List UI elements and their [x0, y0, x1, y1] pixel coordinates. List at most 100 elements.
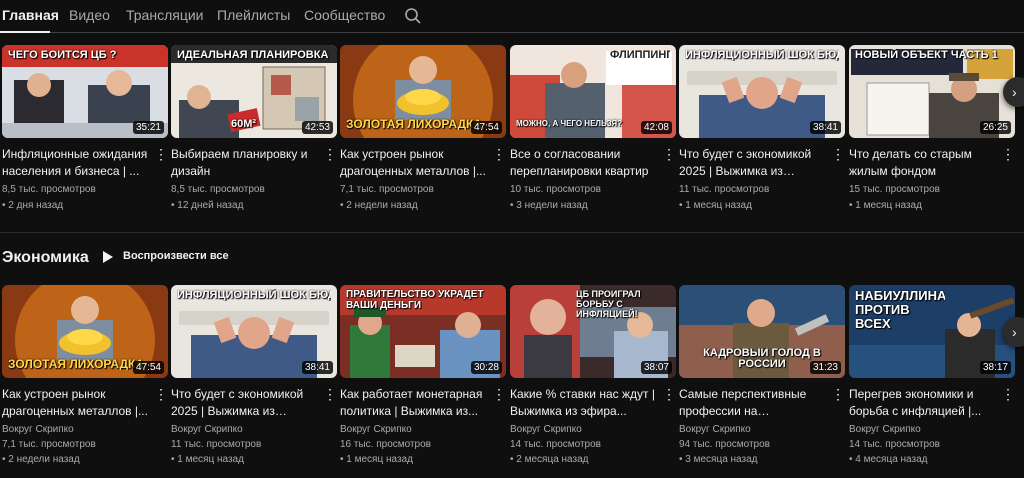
more-vert-icon[interactable]: ⋮ [323, 385, 337, 403]
duration-badge: 42:08 [640, 121, 672, 134]
thumbnail-caption: ПРАВИТЕЛЬСТВО УКРАДЕТ ВАШИ ДЕНЬГИ [346, 289, 484, 311]
video-title[interactable]: Перегрев экономики и борьба с инфляцией … [849, 386, 997, 420]
video-thumbnail[interactable]: ЗОЛОТАЯ ЛИХОРАДКА 47:54 [340, 45, 506, 138]
video-title[interactable]: Как работает монетарная политика | Выжим… [340, 386, 488, 420]
duration-badge: 38:07 [640, 361, 672, 374]
section-divider [0, 232, 1024, 233]
more-vert-icon[interactable]: ⋮ [492, 145, 506, 163]
tab-home[interactable]: Главная [2, 7, 59, 23]
view-count: 8,5 тыс. просмотров [2, 184, 96, 195]
video-thumbnail[interactable]: КАДРОВЫЙ ГОЛОД В РОССИИ 31:23 [679, 285, 845, 378]
upload-age: • 3 недели назад [510, 200, 588, 211]
more-vert-icon[interactable]: ⋮ [831, 145, 845, 163]
upload-age: • 2 дня назад [2, 200, 64, 211]
channel-tabs: Главная Видео Трансляции Плейлисты Сообщ… [0, 0, 1024, 33]
thumbnail-caption: НОВЫЙ ОБЪЕКТ ЧАСТЬ 1 [855, 49, 998, 61]
duration-badge: 26:25 [979, 121, 1011, 134]
channel-name[interactable]: Вокруг Скрипко [2, 424, 168, 435]
duration-badge: 47:54 [132, 361, 164, 374]
thumbnail-caption: ЧЕГО БОИТСЯ ЦБ ? [8, 49, 117, 61]
more-vert-icon[interactable]: ⋮ [492, 385, 506, 403]
video-title[interactable]: Как устроен рынок драгоценных металлов |… [340, 146, 488, 180]
videos-row: ЧЕГО БОИТСЯ ЦБ ? 35:21 Инфляционные ожид… [0, 45, 1024, 217]
video-title[interactable]: Самые перспективные профессии на ближайш… [679, 386, 827, 420]
play-icon [103, 251, 113, 263]
tab-community[interactable]: Сообщество [304, 7, 385, 23]
more-vert-icon[interactable]: ⋮ [831, 385, 845, 403]
video-thumbnail[interactable]: НАБИУЛЛИНА ПРОТИВ ВСЕХ 38:17 [849, 285, 1015, 378]
view-count: 10 тыс. просмотров [510, 184, 601, 195]
duration-badge: 38:41 [301, 361, 333, 374]
upload-age: • 2 недели назад [2, 454, 80, 465]
channel-name[interactable]: Вокруг Скрипко [171, 424, 337, 435]
video-thumbnail[interactable]: ИНФЛЯЦИОННЫЙ ШОК БЮДЖЕТА 38:41 [679, 45, 845, 138]
more-vert-icon[interactable]: ⋮ [662, 385, 676, 403]
more-vert-icon[interactable]: ⋮ [1001, 385, 1015, 403]
upload-age: • 4 месяца назад [849, 454, 928, 465]
view-count: 8,5 тыс. просмотров [171, 184, 265, 195]
play-all-label: Воспроизвести все [123, 250, 229, 262]
tab-playlists[interactable]: Плейлисты [217, 7, 290, 23]
duration-badge: 47:54 [470, 121, 502, 134]
duration-badge: 35:21 [132, 121, 164, 134]
video-thumbnail[interactable]: ИДЕАЛЬНАЯ ПЛАНИРОВКА 60м² 42:53 [171, 45, 337, 138]
upload-age: • 3 месяца назад [679, 454, 758, 465]
upload-age: • 2 месяца назад [510, 454, 589, 465]
more-vert-icon[interactable]: ⋮ [154, 145, 168, 163]
video-title[interactable]: Все о согласовании перепланировки кварти… [510, 146, 658, 180]
tab-videos[interactable]: Видео [69, 7, 110, 23]
thumbnail-caption: ИНФЛЯЦИОННЫЙ ШОК БЮДЖЕТА [685, 49, 839, 61]
upload-age: • 12 дней назад [171, 200, 244, 211]
video-title[interactable]: Что будет с экономикой 2025 | Выжимка из… [171, 386, 319, 420]
view-count: 11 тыс. просмотров [171, 439, 262, 450]
channel-name[interactable]: Вокруг Скрипко [849, 424, 1015, 435]
thumbnail-caption: ИДЕАЛЬНАЯ ПЛАНИРОВКА [177, 49, 329, 61]
view-count: 7,1 тыс. просмотров [2, 439, 96, 450]
thumbnail-caption: ИНФЛЯЦИОННЫЙ ШОК БЮДЖЕТА [177, 289, 331, 301]
section-header: Экономика Воспроизвести все [0, 245, 400, 269]
section-title[interactable]: Экономика [2, 249, 89, 267]
video-title[interactable]: Что делать со старым жилым фондом [849, 146, 997, 180]
video-thumbnail[interactable]: ИНФЛЯЦИОННЫЙ ШОК БЮДЖЕТА 38:41 [171, 285, 337, 378]
video-thumbnail[interactable]: ФЛИППИНГ ЧАСТЬ 2 МОЖНО, А ЧЕГО НЕЛЬЗЯ? 4… [510, 45, 676, 138]
search-icon[interactable] [404, 7, 422, 25]
view-count: 94 тыс. просмотров [679, 439, 770, 450]
duration-badge: 31:23 [809, 361, 841, 374]
active-tab-indicator [0, 31, 50, 33]
more-vert-icon[interactable]: ⋮ [154, 385, 168, 403]
duration-badge: 30:28 [470, 361, 502, 374]
playlist-row: ЗОЛОТАЯ ЛИХОРАДКА 47:54 Как устроен рыно… [0, 285, 1024, 471]
channel-name[interactable]: Вокруг Скрипко [679, 424, 845, 435]
view-count: 14 тыс. просмотров [510, 439, 601, 450]
video-thumbnail[interactable]: ЧЕГО БОИТСЯ ЦБ ? 35:21 [2, 45, 168, 138]
channel-name[interactable]: Вокруг Скрипко [340, 424, 506, 435]
more-vert-icon[interactable]: ⋮ [1001, 145, 1015, 163]
view-count: 11 тыс. просмотров [679, 184, 770, 195]
thumbnail-caption: НАБИУЛЛИНА ПРОТИВ ВСЕХ [855, 289, 945, 331]
video-thumbnail[interactable]: ЗОЛОТАЯ ЛИХОРАДКА 47:54 [2, 285, 168, 378]
view-count: 14 тыс. просмотров [849, 439, 940, 450]
tab-live[interactable]: Трансляции [126, 7, 203, 23]
video-thumbnail[interactable]: ПРАВИТЕЛЬСТВО УКРАДЕТ ВАШИ ДЕНЬГИ 30:28 [340, 285, 506, 378]
upload-age: • 1 месяц назад [171, 454, 244, 465]
upload-age: • 1 месяц назад [340, 454, 413, 465]
video-title[interactable]: Выбираем планировку и дизайн [171, 146, 319, 180]
thumbnail-caption: ФЛИППИНГ ЧАСТЬ 2 [610, 49, 670, 61]
video-title[interactable]: Как устроен рынок драгоценных металлов |… [2, 386, 150, 420]
view-count: 16 тыс. просмотров [340, 439, 431, 450]
video-thumbnail[interactable]: ЦБ ПРОИГРАЛ БОРЬБУ С ИНФЛЯЦИЕЙ! 38:07 [510, 285, 676, 378]
more-vert-icon[interactable]: ⋮ [323, 145, 337, 163]
view-count: 15 тыс. просмотров [849, 184, 940, 195]
upload-age: • 1 месяц назад [849, 200, 922, 211]
video-thumbnail[interactable]: НОВЫЙ ОБЪЕКТ ЧАСТЬ 1 26:25 [849, 45, 1015, 138]
video-title[interactable]: Что будет с экономикой 2025 | Выжимка из… [679, 146, 827, 180]
channel-name[interactable]: Вокруг Скрипко [510, 424, 676, 435]
duration-badge: 38:41 [809, 121, 841, 134]
upload-age: • 2 недели назад [340, 200, 418, 211]
more-vert-icon[interactable]: ⋮ [662, 145, 676, 163]
video-title[interactable]: Инфляционные ожидания населения и бизнес… [2, 146, 150, 180]
upload-age: • 1 месяц назад [679, 200, 752, 211]
duration-badge: 42:53 [301, 121, 333, 134]
video-title[interactable]: Какие % ставки нас ждут | Выжимка из эфи… [510, 386, 658, 420]
view-count: 7,1 тыс. просмотров [340, 184, 434, 195]
